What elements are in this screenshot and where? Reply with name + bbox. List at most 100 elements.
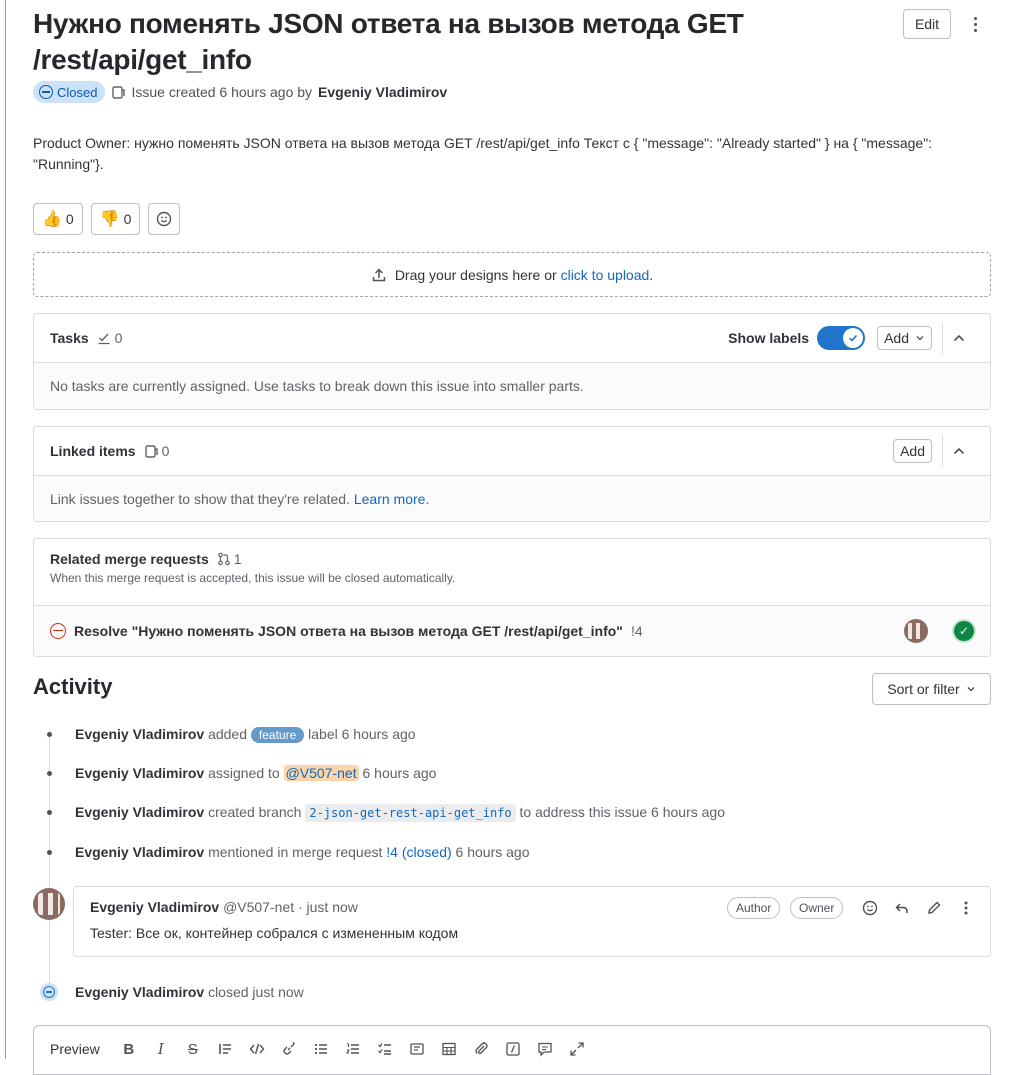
issue-title: Нужно поменять JSON ответа на вызов мето…: [33, 8, 744, 75]
add-reaction-button[interactable]: [148, 203, 181, 235]
tasks-collapse-button[interactable]: [942, 322, 974, 354]
event-actor[interactable]: Evgeniy Vladimirov: [75, 726, 204, 742]
timeline-dot: [47, 732, 52, 737]
strikethrough-icon[interactable]: S: [182, 1038, 204, 1060]
linked-items-title: Linked items: [50, 443, 136, 459]
comment-avatar[interactable]: [33, 888, 65, 920]
mr-author-avatar[interactable]: [904, 619, 928, 643]
fullscreen-icon[interactable]: [566, 1038, 588, 1060]
timeline-dot: [47, 850, 52, 855]
event-text: closed just now: [208, 984, 304, 1000]
upload-link[interactable]: click to upload: [561, 267, 650, 283]
bold-icon[interactable]: B: [118, 1038, 140, 1060]
table-icon[interactable]: [438, 1038, 460, 1060]
show-labels-text: Show labels: [728, 330, 810, 346]
task-list-icon[interactable]: [374, 1038, 396, 1060]
thumbs-down-count: 0: [123, 211, 132, 227]
event-text: 6 hours ago: [455, 844, 530, 860]
tasks-add-button[interactable]: Add: [877, 326, 932, 350]
thumbs-up-count: 0: [65, 211, 74, 227]
edit-button[interactable]: Edit: [903, 9, 951, 39]
collapsible-icon[interactable]: [406, 1038, 428, 1060]
tasks-card: Tasks 0 Show labels Add No tasks are cur…: [33, 313, 991, 410]
comment-more-icon[interactable]: [955, 897, 977, 919]
dropzone-text: Drag your designs here or: [394, 266, 557, 283]
issue-meta: Closed Issue created 6 hours ago by Evge…: [33, 80, 447, 104]
sort-filter-label: Sort or filter: [887, 681, 960, 697]
author-link[interactable]: Evgeniy Vladimirov: [318, 84, 447, 100]
mr-item-title[interactable]: Resolve "Нужно поменять JSON ответа на в…: [74, 623, 623, 639]
comment-author[interactable]: Evgeniy Vladimirov: [90, 899, 219, 915]
event-actor[interactable]: Evgeniy Vladimirov: [75, 804, 204, 820]
more-actions-icon[interactable]: [965, 12, 985, 36]
event-text: label 6 hours ago: [308, 725, 416, 742]
issue-description: Product Owner: нужно поменять JSON ответ…: [33, 135, 933, 172]
comment-template-icon[interactable]: [534, 1038, 556, 1060]
sort-filter-dropdown[interactable]: Sort or filter: [872, 673, 991, 705]
related-mr-card: Related merge requests 1 When this merge…: [33, 538, 991, 657]
branch-name[interactable]: 2-json-get-rest-api-get_info: [305, 804, 516, 822]
meta-text: Issue created 6 hours ago by: [131, 84, 313, 100]
tasks-header: Tasks 0 Show labels Add: [34, 314, 990, 363]
learn-more-link[interactable]: Learn more: [354, 491, 426, 507]
issue-type-icon: [111, 85, 126, 99]
tasks-count: 0: [97, 330, 123, 346]
related-mr-item[interactable]: Resolve "Нужно поменять JSON ответа на в…: [34, 606, 990, 656]
linked-items-empty: Link issues together to show that they'r…: [34, 476, 990, 521]
edit-pencil-icon[interactable]: [923, 897, 945, 919]
thumbs-up-button[interactable]: 👍 0: [33, 203, 83, 235]
bullet-list-icon[interactable]: [310, 1038, 332, 1060]
thumbs-down-button[interactable]: 👎 0: [90, 203, 141, 235]
author-badge: Author: [727, 897, 781, 919]
toggle-check-icon: [843, 328, 864, 348]
tasks-count-value: 0: [114, 330, 123, 346]
task-done-icon: [97, 331, 111, 345]
mr-closed-icon: [50, 623, 66, 639]
thumbs-up-icon: 👍: [42, 211, 62, 228]
event-text: 6 hours ago: [362, 765, 437, 781]
timeline-dot: [47, 771, 52, 776]
event-actor[interactable]: Evgeniy Vladimirov: [75, 844, 204, 860]
linked-empty-text: Link issues together to show that they'r…: [50, 491, 350, 507]
quick-action-icon[interactable]: [502, 1038, 524, 1060]
code-icon[interactable]: [246, 1038, 268, 1060]
related-mr-subtitle: When this merge request is accepted, thi…: [50, 571, 456, 585]
add-reaction-icon[interactable]: [859, 897, 881, 919]
mr-item-ref: !4: [630, 623, 643, 639]
link-icon[interactable]: [278, 1038, 300, 1060]
linked-collapse-button[interactable]: [942, 435, 974, 467]
label-badge[interactable]: feature: [250, 726, 305, 743]
closed-event-icon: [40, 983, 58, 1001]
comment-body: Tester: Все ок, контейнер собрался с изм…: [90, 925, 459, 941]
thumbs-down-icon: 👎: [99, 211, 120, 228]
linked-add-button[interactable]: Add: [893, 439, 932, 463]
event-text: added: [208, 725, 247, 742]
linked-suffix: .: [425, 491, 430, 507]
related-mr-count-value: 1: [233, 551, 242, 567]
tasks-add-label: Add: [884, 330, 909, 346]
quote-icon[interactable]: [214, 1038, 236, 1060]
preview-tab[interactable]: Preview: [50, 1041, 100, 1057]
italic-icon[interactable]: I: [150, 1038, 172, 1060]
closed-status-icon: [39, 85, 53, 99]
upload-icon: [371, 267, 387, 283]
editor-toolbar: Preview B I S: [50, 1038, 588, 1060]
show-labels-toggle[interactable]: [817, 326, 866, 350]
status-badge: Closed: [33, 81, 106, 103]
numbered-list-icon[interactable]: [342, 1038, 364, 1060]
related-mr-header: Related merge requests 1 When this merge…: [34, 539, 990, 606]
comment-editor: Preview B I S: [33, 1025, 991, 1075]
timeline-dot: [47, 810, 52, 815]
timeline-line: [49, 730, 50, 992]
related-mr-count: 1: [217, 551, 242, 567]
merge-request-link[interactable]: !4 (closed): [386, 844, 451, 860]
pipeline-passed-icon[interactable]: ✓: [954, 621, 974, 641]
user-mention[interactable]: @V507-net: [283, 765, 359, 781]
issue-type-icon: [144, 444, 158, 458]
chevron-up-icon: [952, 331, 966, 345]
reply-icon[interactable]: [891, 897, 913, 919]
event-actor[interactable]: Evgeniy Vladimirov: [75, 765, 204, 781]
event-actor[interactable]: Evgeniy Vladimirov: [75, 984, 204, 1000]
attach-icon[interactable]: [470, 1038, 492, 1060]
design-dropzone[interactable]: Drag your designs here or click to uploa…: [33, 252, 991, 297]
